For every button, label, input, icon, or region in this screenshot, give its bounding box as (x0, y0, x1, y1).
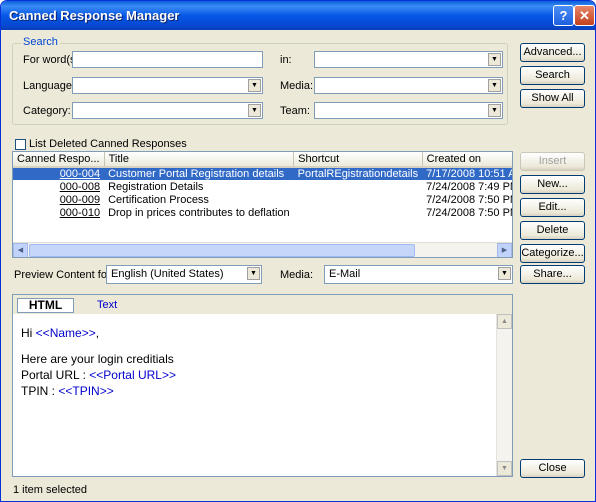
row-title: Registration Details (108, 180, 204, 193)
column-header-shortcut[interactable]: Shortcut (293, 152, 423, 168)
help-button[interactable]: ? (553, 5, 574, 26)
preview-media-label: Media: (280, 269, 314, 281)
row-title: Customer Portal Registration details (104, 167, 294, 180)
row-id[interactable]: 000-010 (13, 206, 104, 219)
canned-responses-grid: Canned Respo... Title Shortcut Created o… (12, 151, 513, 258)
list-deleted-label[interactable]: List Deleted Canned Responses (29, 138, 187, 150)
delete-button[interactable]: Delete (520, 221, 585, 240)
media-select[interactable]: ▼ (314, 77, 503, 94)
dropdown-arrow-icon[interactable]: ▼ (488, 79, 501, 92)
tab-html[interactable]: HTML (17, 298, 74, 313)
language-label: Language: (23, 80, 75, 92)
search-button[interactable]: Search (520, 66, 585, 85)
team-label: Team: (280, 105, 310, 117)
content-preview: HTML Text Hi <<Name>>, Here are your log… (12, 294, 513, 477)
dropdown-arrow-icon[interactable]: ▼ (488, 53, 501, 66)
row-shortcut (294, 180, 422, 193)
horizontal-scrollbar[interactable]: ◀ ▶ (13, 242, 512, 257)
row-created: 7/24/2008 7:50 PM (426, 206, 513, 219)
preview-content-label: Preview Content for: (14, 269, 114, 281)
close-button[interactable]: Close (520, 459, 585, 478)
table-row[interactable]: 000-010 Drop in prices contributes to de… (13, 206, 513, 219)
canned-response-manager-window: Canned Response Manager ? ✕ Search For w… (0, 0, 596, 502)
portal-line: Portal URL : <<Portal URL>> (21, 368, 176, 382)
dropdown-arrow-icon[interactable]: ▼ (247, 267, 260, 280)
portal-url-token: <<Portal URL>> (89, 368, 176, 382)
dropdown-arrow-icon[interactable]: ▼ (488, 104, 501, 117)
dropdown-arrow-icon[interactable]: ▼ (248, 79, 261, 92)
scrollbar-thumb[interactable] (29, 244, 415, 257)
scroll-left-icon[interactable]: ◀ (13, 243, 28, 257)
dropdown-arrow-icon[interactable]: ▼ (498, 267, 511, 280)
row-created: 7/24/2008 7:49 PM (426, 180, 513, 193)
scroll-down-icon[interactable]: ▼ (497, 461, 512, 476)
row-id[interactable]: 000-009 (13, 193, 104, 206)
in-select[interactable]: ▼ (314, 51, 503, 68)
responses-table: Canned Respo... Title Shortcut Created o… (13, 152, 513, 219)
tpin-line: TPIN : <<TPIN>> (21, 384, 114, 398)
team-select[interactable]: ▼ (314, 102, 503, 119)
row-created: 7/24/2008 7:50 PM (426, 193, 513, 206)
for-words-input[interactable] (72, 51, 263, 68)
body-line: Here are your login creditials (21, 352, 174, 366)
in-label: in: (280, 54, 292, 66)
show-all-button[interactable]: Show All (520, 89, 585, 108)
tpin-token: <<TPIN>> (58, 384, 114, 398)
format-tabs: HTML Text (13, 295, 512, 314)
media-label: Media: (280, 80, 314, 92)
table-row[interactable]: 000-004 Customer Portal Registration det… (13, 167, 512, 180)
column-header-created-on[interactable]: Created on (422, 152, 512, 168)
scroll-right-icon[interactable]: ▶ (497, 243, 512, 257)
table-row[interactable]: 000-009 Certification Process 7/24/2008 … (13, 193, 513, 206)
header-row: Canned Respo... Title Shortcut Created o… (13, 152, 512, 168)
row-shortcut (294, 193, 422, 206)
row-shortcut: PortalREgistrationdetails (293, 167, 423, 180)
preview-language-select[interactable]: English (United States) ▼ (106, 265, 262, 284)
status-text: 1 item selected (13, 484, 87, 496)
row-title: Certification Process (108, 193, 209, 206)
row-id[interactable]: 000-008 (13, 180, 104, 193)
greeting-line: Hi <<Name>>, (21, 326, 100, 340)
search-group-title: Search (21, 36, 60, 48)
categorize-button[interactable]: Categorize... (520, 244, 585, 263)
insert-button[interactable]: Insert (520, 152, 585, 171)
row-created: 7/17/2008 10:51 AM (422, 167, 512, 180)
language-select[interactable]: ▼ (72, 77, 263, 94)
edit-button[interactable]: Edit... (520, 198, 585, 217)
share-button[interactable]: Share... (520, 265, 585, 284)
category-select[interactable]: ▼ (72, 102, 263, 119)
list-deleted-checkbox[interactable] (15, 139, 26, 150)
dropdown-arrow-icon[interactable]: ▼ (248, 104, 261, 117)
preview-media-select[interactable]: E-Mail ▼ (324, 265, 513, 284)
tab-text[interactable]: Text (97, 299, 117, 311)
category-label: Category: (23, 105, 71, 117)
column-header-id[interactable]: Canned Respo... (13, 152, 105, 168)
table-row[interactable]: 000-008 Registration Details 7/24/2008 7… (13, 180, 513, 193)
close-window-button[interactable]: ✕ (574, 5, 595, 26)
advanced-button[interactable]: Advanced... (520, 43, 585, 62)
vertical-scrollbar[interactable]: ▲ ▼ (496, 314, 512, 476)
column-header-title[interactable]: Title (104, 152, 295, 168)
window-title: Canned Response Manager (9, 8, 180, 23)
title-bar: Canned Response Manager ? ✕ (1, 1, 595, 30)
row-title: Drop in prices contributes to deflation (108, 206, 290, 219)
new-button[interactable]: New... (520, 175, 585, 194)
name-token: <<Name>> (35, 326, 96, 340)
row-shortcut (294, 206, 422, 219)
scroll-up-icon[interactable]: ▲ (497, 314, 512, 329)
row-id[interactable]: 000-004 (13, 167, 105, 180)
preview-body: Hi <<Name>>, Here are your login crediti… (21, 325, 176, 399)
